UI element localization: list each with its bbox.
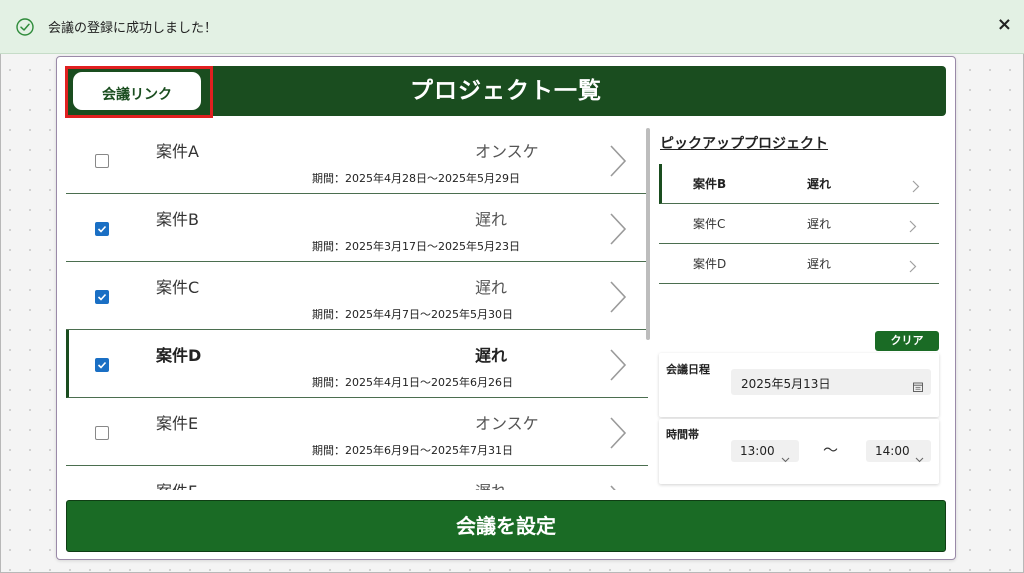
project-name: 案件C bbox=[156, 278, 200, 297]
pickup-item-selected[interactable]: 案件B 遅れ bbox=[659, 164, 939, 204]
calendar-icon[interactable] bbox=[913, 377, 923, 396]
pickup-name: 案件B bbox=[693, 177, 727, 191]
chevron-right-icon[interactable] bbox=[912, 178, 920, 197]
end-time-select[interactable]: 14:00 bbox=[866, 440, 931, 463]
success-toast: 会議の登録に成功しました！ × bbox=[0, 0, 1024, 54]
chevron-right-icon[interactable] bbox=[909, 218, 917, 237]
start-time-select[interactable]: 13:00 bbox=[731, 440, 799, 463]
start-time-value: 13:00 bbox=[740, 444, 775, 458]
project-checkbox[interactable] bbox=[95, 358, 109, 372]
project-status: オンスケ bbox=[475, 142, 539, 161]
pickup-title: ピックアッププロジェクト bbox=[660, 136, 828, 152]
chevron-down-icon bbox=[781, 448, 790, 467]
project-period: 期間：2025年3月17日～2025年5月23日 bbox=[312, 240, 520, 253]
chevron-right-icon[interactable] bbox=[608, 144, 628, 182]
project-period: 期間：2025年4月7日～2025年5月30日 bbox=[312, 308, 513, 321]
chevron-down-icon bbox=[915, 448, 924, 467]
pickup-status: 遅れ bbox=[807, 217, 832, 231]
close-icon[interactable]: × bbox=[997, 15, 1012, 35]
chevron-right-icon[interactable] bbox=[608, 484, 628, 490]
chevron-right-icon[interactable] bbox=[608, 280, 628, 318]
pickup-item[interactable]: 案件D 遅れ bbox=[659, 244, 939, 284]
meeting-date-card: 会議日程 2025年5月13日 bbox=[659, 353, 939, 417]
time-range-card: 時間帯 13:00 ～ 14:00 bbox=[659, 419, 939, 484]
clear-button[interactable]: クリア bbox=[875, 331, 939, 351]
pickup-status: 遅れ bbox=[807, 257, 832, 271]
date-value: 2025年5月13日 bbox=[741, 377, 831, 391]
chevron-right-icon[interactable] bbox=[909, 258, 917, 277]
check-circle-icon bbox=[16, 17, 34, 36]
pickup-item[interactable]: 案件C 遅れ bbox=[659, 204, 939, 244]
chevron-right-icon[interactable] bbox=[608, 212, 628, 250]
list-scrollbar[interactable] bbox=[646, 128, 650, 340]
chevron-right-icon[interactable] bbox=[608, 348, 628, 386]
project-status: 遅れ bbox=[475, 278, 508, 297]
project-checkbox[interactable] bbox=[95, 154, 109, 168]
project-checkbox[interactable] bbox=[95, 290, 109, 304]
pickup-name: 案件D bbox=[693, 257, 727, 271]
project-row[interactable]: 案件A オンスケ 期間：2025年4月28日～2025年5月29日 bbox=[66, 126, 648, 194]
project-checkbox[interactable] bbox=[95, 222, 109, 236]
time-separator: ～ bbox=[823, 441, 839, 459]
meeting-link-button[interactable]: 会議リンク bbox=[73, 72, 201, 110]
date-label: 会議日程 bbox=[666, 363, 710, 376]
project-status: 遅れ bbox=[475, 210, 508, 229]
project-status: 遅れ bbox=[475, 346, 508, 365]
chevron-right-icon[interactable] bbox=[608, 416, 628, 454]
project-row[interactable]: 案件F 遅れ bbox=[66, 466, 648, 490]
project-list: 案件A オンスケ 期間：2025年4月28日～2025年5月29日 案件B 遅れ… bbox=[66, 126, 648, 490]
project-status: オンスケ bbox=[475, 414, 539, 433]
time-label: 時間帯 bbox=[666, 428, 699, 441]
project-period: 期間：2025年4月1日～2025年6月26日 bbox=[312, 376, 513, 389]
project-status: 遅れ bbox=[475, 478, 507, 490]
toast-message: 会議の登録に成功しました！ bbox=[48, 21, 218, 36]
project-row-selected[interactable]: 案件D 遅れ 期間：2025年4月1日～2025年6月26日 bbox=[66, 330, 648, 398]
project-checkbox[interactable] bbox=[95, 426, 109, 440]
pickup-status: 遅れ bbox=[807, 177, 832, 191]
project-row[interactable]: 案件C 遅れ 期間：2025年4月7日～2025年5月30日 bbox=[66, 262, 648, 330]
set-meeting-button[interactable]: 会議を設定 bbox=[66, 500, 946, 552]
project-name: 案件E bbox=[156, 414, 199, 433]
project-row[interactable]: 案件B 遅れ 期間：2025年3月17日～2025年5月23日 bbox=[66, 194, 648, 262]
pickup-name: 案件C bbox=[693, 217, 726, 231]
project-name: 案件F bbox=[156, 478, 197, 490]
end-time-value: 14:00 bbox=[875, 444, 910, 458]
project-name: 案件B bbox=[156, 210, 199, 229]
project-period: 期間：2025年4月28日～2025年5月29日 bbox=[312, 172, 520, 185]
project-period: 期間：2025年6月9日～2025年7月31日 bbox=[312, 444, 513, 457]
project-name: 案件A bbox=[156, 142, 199, 161]
project-row[interactable]: 案件E オンスケ 期間：2025年6月9日～2025年7月31日 bbox=[66, 398, 648, 466]
date-picker[interactable]: 2025年5月13日 bbox=[731, 369, 931, 395]
project-name: 案件D bbox=[156, 346, 202, 365]
